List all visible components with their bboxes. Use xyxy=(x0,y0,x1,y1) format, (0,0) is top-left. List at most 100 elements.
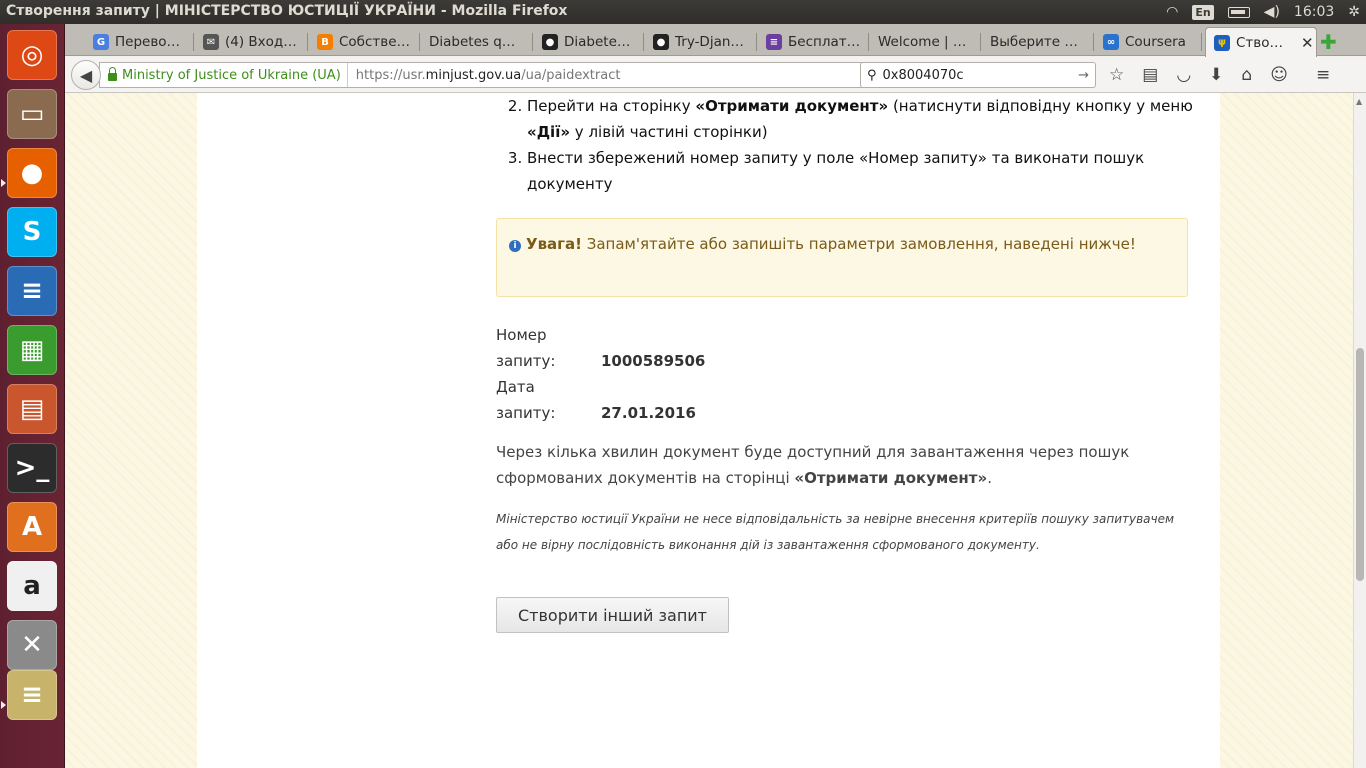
running-app-indicator xyxy=(1,179,6,187)
files-icon[interactable]: ▭ xyxy=(7,89,57,139)
wifi-icon[interactable]: ◠ xyxy=(1166,4,1178,20)
clock[interactable]: 16:03 xyxy=(1294,4,1334,20)
warning-alert: i Увага! Запам'ятайте або запишіть параме… xyxy=(496,218,1188,297)
tab-favicon-icon: G xyxy=(93,34,109,50)
bookmark-star-icon[interactable]: ☆ xyxy=(1109,65,1124,85)
tab-favicon-icon: ● xyxy=(653,34,669,50)
chat-icon[interactable]: ☺ xyxy=(1270,65,1288,85)
availability-note: Через кілька хвилин документ буде доступ… xyxy=(496,443,1130,487)
volume-icon[interactable]: ◀) xyxy=(1264,4,1280,20)
instruction-step: Внести збережений номер запиту у поле «Н… xyxy=(527,145,1193,197)
tab-label: Welcome | … xyxy=(878,34,967,50)
search-input[interactable]: ⚲ 0x8004070c → xyxy=(860,62,1096,88)
active-browser-tab[interactable]: ψ Ство… ✕ xyxy=(1205,27,1317,57)
tab-separator xyxy=(419,33,420,51)
amazon-icon[interactable]: a xyxy=(7,561,57,611)
home-icon[interactable]: ⌂ xyxy=(1241,65,1252,85)
browser-tab[interactable]: Diabetes q… xyxy=(421,28,530,56)
download-icon[interactable]: ⬇ xyxy=(1209,65,1223,85)
tab-favicon-icon: B xyxy=(317,34,333,50)
alert-text: Запам'ятайте або запишіть параметри замо… xyxy=(581,235,1136,253)
tab-label: Собстве… xyxy=(339,34,411,50)
browser-tab[interactable]: ● Diabete… xyxy=(534,28,641,56)
tab-favicon-icon: ≡ xyxy=(766,34,782,50)
libreoffice-writer-icon[interactable]: ≡ xyxy=(7,266,57,316)
page-background-right xyxy=(1220,93,1353,768)
disclaimer: Міністерство юстиції України не несе від… xyxy=(496,512,1175,552)
search-go-icon[interactable]: → xyxy=(1078,68,1089,83)
tab-separator xyxy=(1201,33,1202,51)
page-scrollbar[interactable]: ▲ xyxy=(1353,93,1366,768)
instructions: Перейти на сторінку «Отримати документ» … xyxy=(493,93,1193,197)
tab-separator xyxy=(980,33,981,51)
close-tab-icon[interactable]: ✕ xyxy=(1301,34,1314,52)
url-text[interactable]: https://usr.minjust.gov.ua/ua/paidextrac… xyxy=(348,68,621,83)
browser-tab[interactable]: G Перево… xyxy=(85,28,191,56)
tab-separator xyxy=(756,33,757,51)
pocket-icon[interactable]: ◡ xyxy=(1176,65,1191,85)
reading-list-icon[interactable]: ▤ xyxy=(1142,65,1158,85)
gear-icon[interactable]: ✲ xyxy=(1348,4,1360,20)
site-identity-label: Ministry of Justice of Ukraine (UA) xyxy=(122,67,341,83)
page-background-left xyxy=(65,93,197,768)
toolbar-icons: ☆ ▤ ◡ ⬇ ⌂ ☺ ≡ xyxy=(1109,65,1330,85)
battery-icon[interactable] xyxy=(1227,6,1250,18)
alert-title: Увага! xyxy=(526,235,582,253)
tab-favicon-icon: ✉ xyxy=(203,34,219,50)
tab-separator xyxy=(868,33,869,51)
browser-tab[interactable]: ∞ Coursera xyxy=(1095,28,1199,56)
request-number-label-2: запиту: xyxy=(496,352,556,370)
skype-icon[interactable]: S xyxy=(7,207,57,257)
scrollbar-thumb[interactable] xyxy=(1356,348,1364,581)
tab-separator xyxy=(193,33,194,51)
search-icon: ⚲ xyxy=(867,67,877,83)
system-settings-icon[interactable]: ✕ xyxy=(7,620,57,670)
browser-nav-bar: Ministry of Justice of Ukraine (UA) http… xyxy=(65,57,1366,93)
firefox-icon[interactable]: ● xyxy=(7,148,57,198)
terminal-icon[interactable]: >_ xyxy=(7,443,57,493)
back-button[interactable]: ◀ xyxy=(71,60,101,90)
tab-separator xyxy=(532,33,533,51)
request-date-value: 27.01.2016 xyxy=(601,404,696,422)
menu-icon[interactable]: ≡ xyxy=(1316,65,1330,85)
new-tab-icon[interactable]: ✚ xyxy=(1320,30,1337,54)
libreoffice-calc-icon[interactable]: ▦ xyxy=(7,325,57,375)
tab-label: Перево… xyxy=(115,34,181,50)
browser-tab[interactable]: B Собстве… xyxy=(309,28,417,56)
tab-label: Выберите … xyxy=(990,34,1078,50)
browser-tab[interactable]: ≡ Бесплат… xyxy=(758,28,866,56)
tab-label: Бесплат… xyxy=(788,34,861,50)
workspace-stack-icon[interactable]: ≡ xyxy=(7,670,57,720)
request-date-label: Дата xyxy=(496,378,535,396)
tab-label: Diabete… xyxy=(564,34,631,50)
tab-favicon-icon: ∞ xyxy=(1103,34,1119,50)
browser-tab[interactable]: ● Try-Djan… xyxy=(645,28,754,56)
page-content: Перейти на сторінку «Отримати документ» … xyxy=(197,93,1220,768)
ubuntu-dash-icon[interactable]: ◎ xyxy=(7,30,57,80)
create-another-request-button[interactable]: Створити інший запит xyxy=(496,597,729,633)
request-number-label: Номер xyxy=(496,326,547,344)
browser-tab[interactable]: Welcome | … xyxy=(870,28,978,56)
back-arrow-icon: ◀ xyxy=(79,65,93,85)
request-date-label-2: запиту: xyxy=(496,404,556,422)
browser-tab[interactable]: ✉ (4) Вход… xyxy=(195,28,305,56)
keyboard-layout-indicator[interactable]: En xyxy=(1192,4,1214,20)
browser-tab[interactable]: Выберите … xyxy=(982,28,1091,56)
request-number-value: 1000589506 xyxy=(601,352,706,370)
lock-icon xyxy=(108,67,117,81)
system-top-panel: Створення запиту | МІНІСТЕРСТВО ЮСТИЦІЇ … xyxy=(0,0,1366,24)
window-title: Створення запиту | МІНІСТЕРСТВО ЮСТИЦІЇ … xyxy=(6,3,568,19)
site-identity[interactable]: Ministry of Justice of Ukraine (UA) xyxy=(100,63,348,87)
libreoffice-impress-icon[interactable]: ▤ xyxy=(7,384,57,434)
tab-label: Ство… xyxy=(1236,34,1284,51)
tab-separator xyxy=(1093,33,1094,51)
url-bar[interactable]: Ministry of Justice of Ukraine (UA) http… xyxy=(99,62,915,88)
software-center-icon[interactable]: A xyxy=(7,502,57,552)
system-tray: ◠ En ◀) 16:03 ✲ xyxy=(1166,0,1360,24)
tab-label: (4) Вход… xyxy=(225,34,297,50)
tab-label: Try-Djan… xyxy=(675,34,744,50)
ukraine-trident-icon: ψ xyxy=(1214,34,1230,51)
scroll-up-icon[interactable]: ▲ xyxy=(1356,97,1362,106)
running-app-indicator xyxy=(1,701,6,709)
tab-label: Diabetes q… xyxy=(429,34,516,50)
